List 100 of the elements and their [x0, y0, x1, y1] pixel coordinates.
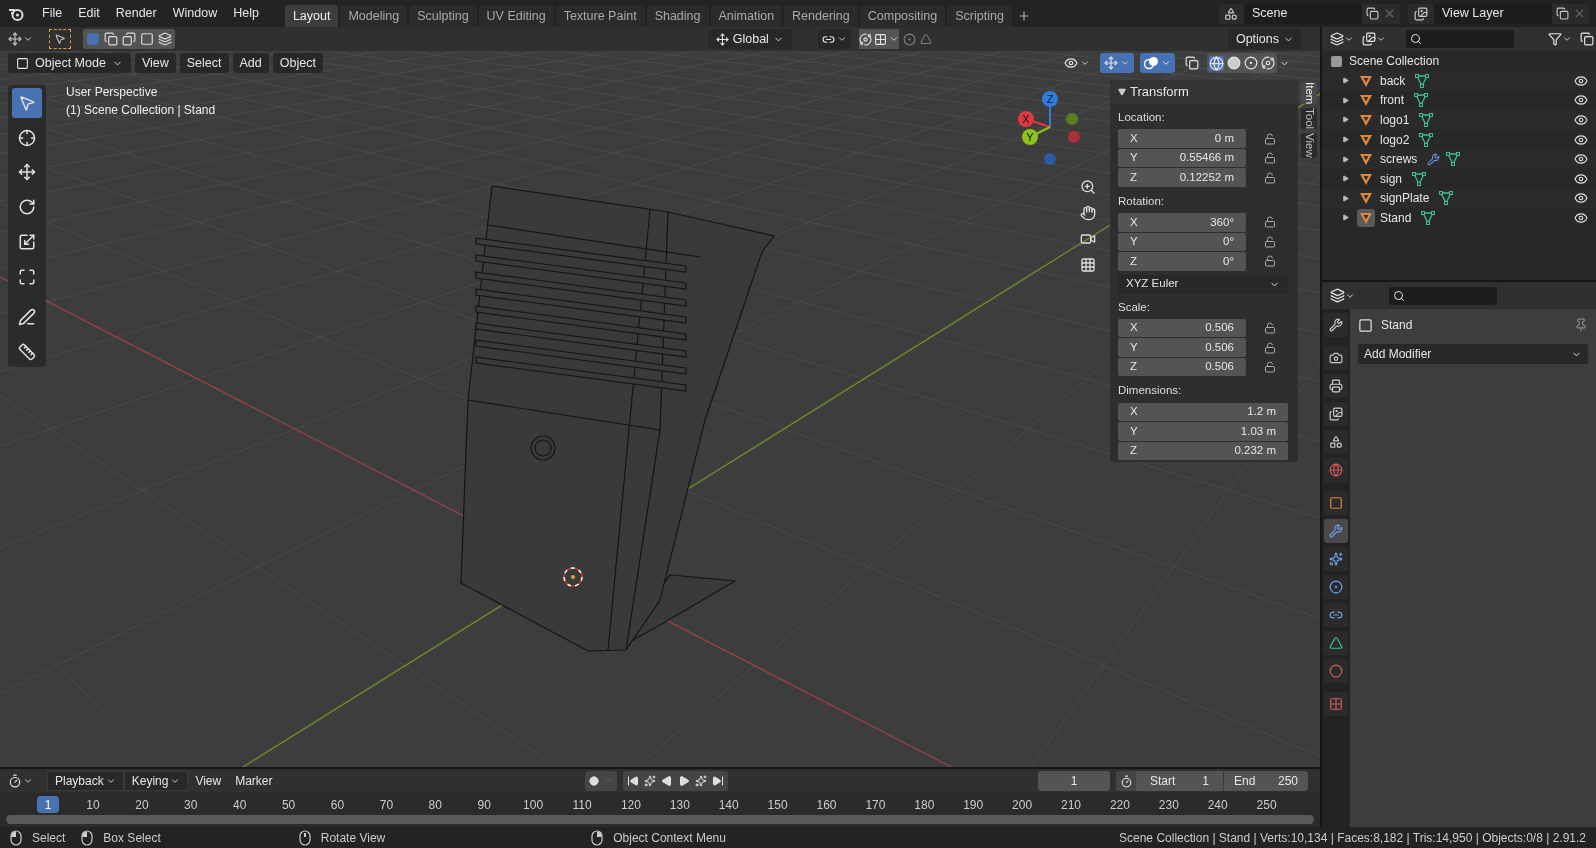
number-field[interactable]: Z 0° [1118, 252, 1246, 271]
expand-arrow-icon[interactable] [1342, 96, 1349, 104]
current-frame-field[interactable]: 1 [1038, 771, 1110, 791]
header-menu[interactable]: Object [272, 53, 323, 73]
header-menu[interactable]: Add [232, 53, 269, 73]
workspace-tab[interactable]: Animation [710, 5, 783, 27]
play-reverse-icon[interactable] [661, 775, 673, 787]
number-field[interactable]: X 0.506 [1118, 318, 1246, 338]
grid-icon[interactable] [1078, 255, 1098, 275]
lock-icon[interactable] [1264, 216, 1276, 229]
number-field[interactable]: Y 0° [1118, 232, 1246, 251]
workspace-tab[interactable]: Layout [284, 5, 339, 27]
world-tab[interactable] [1324, 458, 1348, 482]
material-tab[interactable] [1324, 659, 1348, 683]
play-icon[interactable] [678, 775, 690, 787]
options-dropdown[interactable]: Options [1227, 29, 1302, 49]
scene-selector[interactable]: Scene [1218, 3, 1400, 24]
number-field[interactable]: Z 0.12252 m [1118, 168, 1246, 187]
menu-item[interactable]: Window [164, 4, 226, 23]
filter-dropdown[interactable] [1548, 32, 1572, 46]
overlay-toggle[interactable] [1140, 53, 1175, 73]
search-field[interactable] [1389, 286, 1497, 305]
expand-arrow-icon[interactable] [1342, 175, 1349, 183]
start-frame-field[interactable]: Start 1 [1136, 771, 1224, 791]
new-collection-button[interactable] [1580, 32, 1594, 46]
collapse-icon[interactable] [1118, 88, 1126, 96]
view-layer-selector[interactable]: View Layer [1408, 3, 1590, 24]
sidebar-tab[interactable]: View [1301, 133, 1317, 159]
timeline-menu[interactable]: Marker [228, 771, 280, 791]
eye-icon[interactable] [1574, 93, 1588, 108]
jump-end-icon[interactable] [712, 775, 724, 787]
workspace-tab[interactable]: Shading [646, 5, 709, 27]
mode-dropdown[interactable]: Object Mode [8, 53, 131, 73]
lock-icon[interactable] [1264, 235, 1276, 248]
eye-icon[interactable] [1574, 210, 1588, 225]
expand-arrow-icon[interactable] [1342, 77, 1349, 85]
tool-settings-button[interactable] [8, 32, 33, 46]
eye-icon[interactable] [1574, 113, 1588, 127]
timeline-scrollbar[interactable] [6, 815, 1314, 824]
sidebar-tab[interactable]: Tool [1301, 108, 1317, 130]
menu-item[interactable]: File [34, 4, 71, 23]
workspace-tab[interactable]: Texture Paint [555, 5, 645, 27]
timeline-menu[interactable]: Keying [123, 771, 189, 791]
timeline-menu[interactable]: View [188, 771, 229, 791]
physics-tab[interactable] [1324, 575, 1348, 599]
hand-icon[interactable] [1078, 203, 1098, 223]
pivot-dropdown[interactable] [817, 29, 851, 49]
eye-icon[interactable] [1574, 132, 1588, 147]
view-layer-tab[interactable] [1324, 402, 1348, 426]
end-frame-field[interactable]: End 250 [1224, 771, 1308, 791]
jump-start-icon[interactable] [627, 775, 639, 787]
tool-tab[interactable] [1324, 313, 1348, 337]
number-field[interactable]: X 0 m [1118, 129, 1246, 148]
rotation-mode-dropdown[interactable]: XYZ Euler [1118, 274, 1288, 294]
workspace-tab[interactable]: Rendering [784, 5, 858, 27]
snap-toggle[interactable] [858, 29, 899, 49]
navigation-gizmo[interactable]: Z X Y [1008, 85, 1092, 169]
lock-icon[interactable] [1264, 255, 1276, 268]
render-tab[interactable] [1324, 346, 1348, 370]
active-tool-button[interactable] [49, 29, 71, 49]
workspace-tab[interactable]: Compositing [859, 5, 946, 27]
constraints-tab[interactable] [1324, 603, 1348, 627]
expand-arrow-icon[interactable] [1342, 194, 1349, 202]
display-mode-dropdown[interactable] [1330, 32, 1354, 46]
timeline-menu[interactable]: Playback [47, 771, 124, 791]
texture-tab[interactable] [1324, 692, 1348, 716]
object-tab[interactable] [1324, 491, 1348, 515]
expand-arrow-icon[interactable] [1342, 155, 1349, 163]
shading-buttons[interactable] [1207, 53, 1277, 73]
expand-arrow-icon[interactable] [1342, 136, 1349, 144]
add-modifier-dropdown[interactable]: Add Modifier [1358, 344, 1588, 364]
orientation-dropdown[interactable]: Global [707, 29, 792, 49]
menu-item[interactable]: Edit [70, 4, 108, 23]
data-tab[interactable] [1324, 631, 1348, 655]
sidebar-tab[interactable]: Item [1301, 82, 1317, 105]
expand-arrow-icon[interactable] [1342, 116, 1349, 124]
expand-arrow-icon[interactable] [1342, 214, 1349, 222]
copy-icon[interactable] [1556, 7, 1569, 20]
close-icon[interactable] [1383, 7, 1396, 20]
eye-icon[interactable] [1574, 191, 1588, 206]
editor-type-button[interactable] [8, 774, 33, 788]
lock-icon[interactable] [1264, 341, 1276, 354]
workspace-tab[interactable]: Modeling [340, 5, 408, 27]
menu-item[interactable]: Render [107, 4, 165, 23]
eye-icon[interactable] [1574, 171, 1588, 186]
lock-icon[interactable] [1264, 152, 1276, 164]
lock-icon[interactable] [1264, 322, 1276, 334]
workspace-tab[interactable]: Sculpting [409, 5, 477, 27]
pin-icon[interactable] [1574, 318, 1588, 332]
copy-icon[interactable] [1366, 7, 1379, 20]
gizmo-toggle[interactable] [1100, 53, 1134, 73]
app-logo-icon[interactable] [8, 6, 24, 21]
workspace-tab[interactable]: Scripting [947, 5, 1012, 27]
menu-item[interactable]: Help [225, 4, 267, 23]
number-field[interactable]: X 1.2 m [1118, 402, 1288, 421]
scene-tab[interactable] [1324, 430, 1348, 454]
lock-icon[interactable] [1264, 171, 1276, 184]
modifiers-tab[interactable] [1324, 519, 1348, 543]
workspace-tab[interactable]: UV Editing [478, 5, 554, 27]
frame-number[interactable]: 1 [37, 796, 59, 813]
